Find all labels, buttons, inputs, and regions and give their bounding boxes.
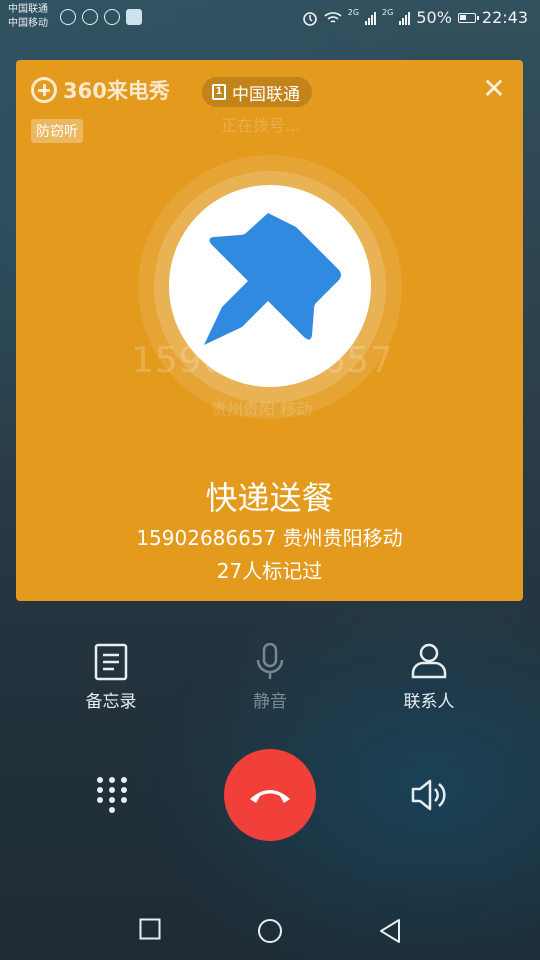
browser-icon bbox=[60, 9, 76, 25]
dialing-status-ghost: 正在拨号... bbox=[221, 116, 301, 135]
microphone-icon bbox=[256, 643, 284, 679]
caller-id-card: 正在拨号... 15902686657 贵州贵阳 移动 360来电秀 1 中国联… bbox=[16, 60, 523, 601]
cloud-icon bbox=[82, 9, 98, 25]
notification-icons bbox=[60, 9, 142, 25]
status-bar: 中国联通 中国移动 2G 2G 50% 22:43 bbox=[0, 0, 540, 36]
memo-label: 备忘录 bbox=[85, 692, 137, 712]
app-square-icon bbox=[126, 9, 142, 25]
signal1-label: 2G bbox=[347, 8, 360, 17]
contacts-label: 联系人 bbox=[403, 692, 455, 712]
mute-button[interactable]: 静音 bbox=[210, 643, 330, 712]
number-location: 15902686657 贵州贵阳移动 bbox=[136, 526, 403, 550]
carrier-name: 中国联通 bbox=[232, 84, 300, 105]
contacts-button[interactable]: 联系人 bbox=[369, 643, 489, 712]
back-button[interactable] bbox=[378, 918, 402, 944]
memo-icon bbox=[94, 643, 128, 681]
sim-1-icon: 1 bbox=[212, 84, 226, 100]
brand-name: 360来电秀 bbox=[63, 79, 170, 103]
brand-logo: 360来电秀 bbox=[31, 75, 170, 105]
status-right: 2G 2G 50% 22:43 bbox=[302, 8, 528, 27]
wifi-icon bbox=[324, 11, 342, 23]
dialpad-icon[interactable] bbox=[96, 776, 128, 816]
signal-1-icon bbox=[365, 11, 377, 25]
battery-icon bbox=[457, 12, 479, 23]
mark-title: 快递送餐 bbox=[205, 479, 334, 517]
plus-circle-icon bbox=[31, 77, 57, 103]
anti-eavesdrop-tag: 防窃听 bbox=[31, 119, 83, 143]
close-icon[interactable]: ✕ bbox=[481, 75, 507, 103]
mute-label: 静音 bbox=[253, 692, 287, 712]
alarm-icon bbox=[302, 11, 317, 26]
hangup-button[interactable] bbox=[224, 749, 316, 841]
memo-button[interactable]: 备忘录 bbox=[51, 643, 171, 712]
phone-hangup-icon bbox=[250, 790, 290, 803]
mark-count: 27人标记过 bbox=[216, 559, 323, 583]
speaker-icon[interactable] bbox=[410, 778, 448, 812]
carrier-pill: 1 中国联通 bbox=[202, 77, 312, 107]
signal-2-icon bbox=[399, 11, 411, 25]
carrier-names: 中国联通 中国移动 bbox=[8, 3, 48, 31]
signal2-label: 2G bbox=[382, 8, 394, 17]
carrier-1: 中国联通 bbox=[8, 4, 48, 15]
home-button[interactable] bbox=[257, 918, 283, 944]
app-notification-icon bbox=[104, 9, 120, 25]
status-time: 22:43 bbox=[481, 8, 528, 27]
pushpin-icon bbox=[204, 213, 341, 345]
recent-apps-button[interactable] bbox=[139, 918, 161, 940]
avatar bbox=[169, 185, 371, 387]
carrier-2: 中国移动 bbox=[8, 18, 48, 29]
battery-percent: 50% bbox=[416, 8, 452, 27]
person-icon bbox=[411, 643, 447, 679]
